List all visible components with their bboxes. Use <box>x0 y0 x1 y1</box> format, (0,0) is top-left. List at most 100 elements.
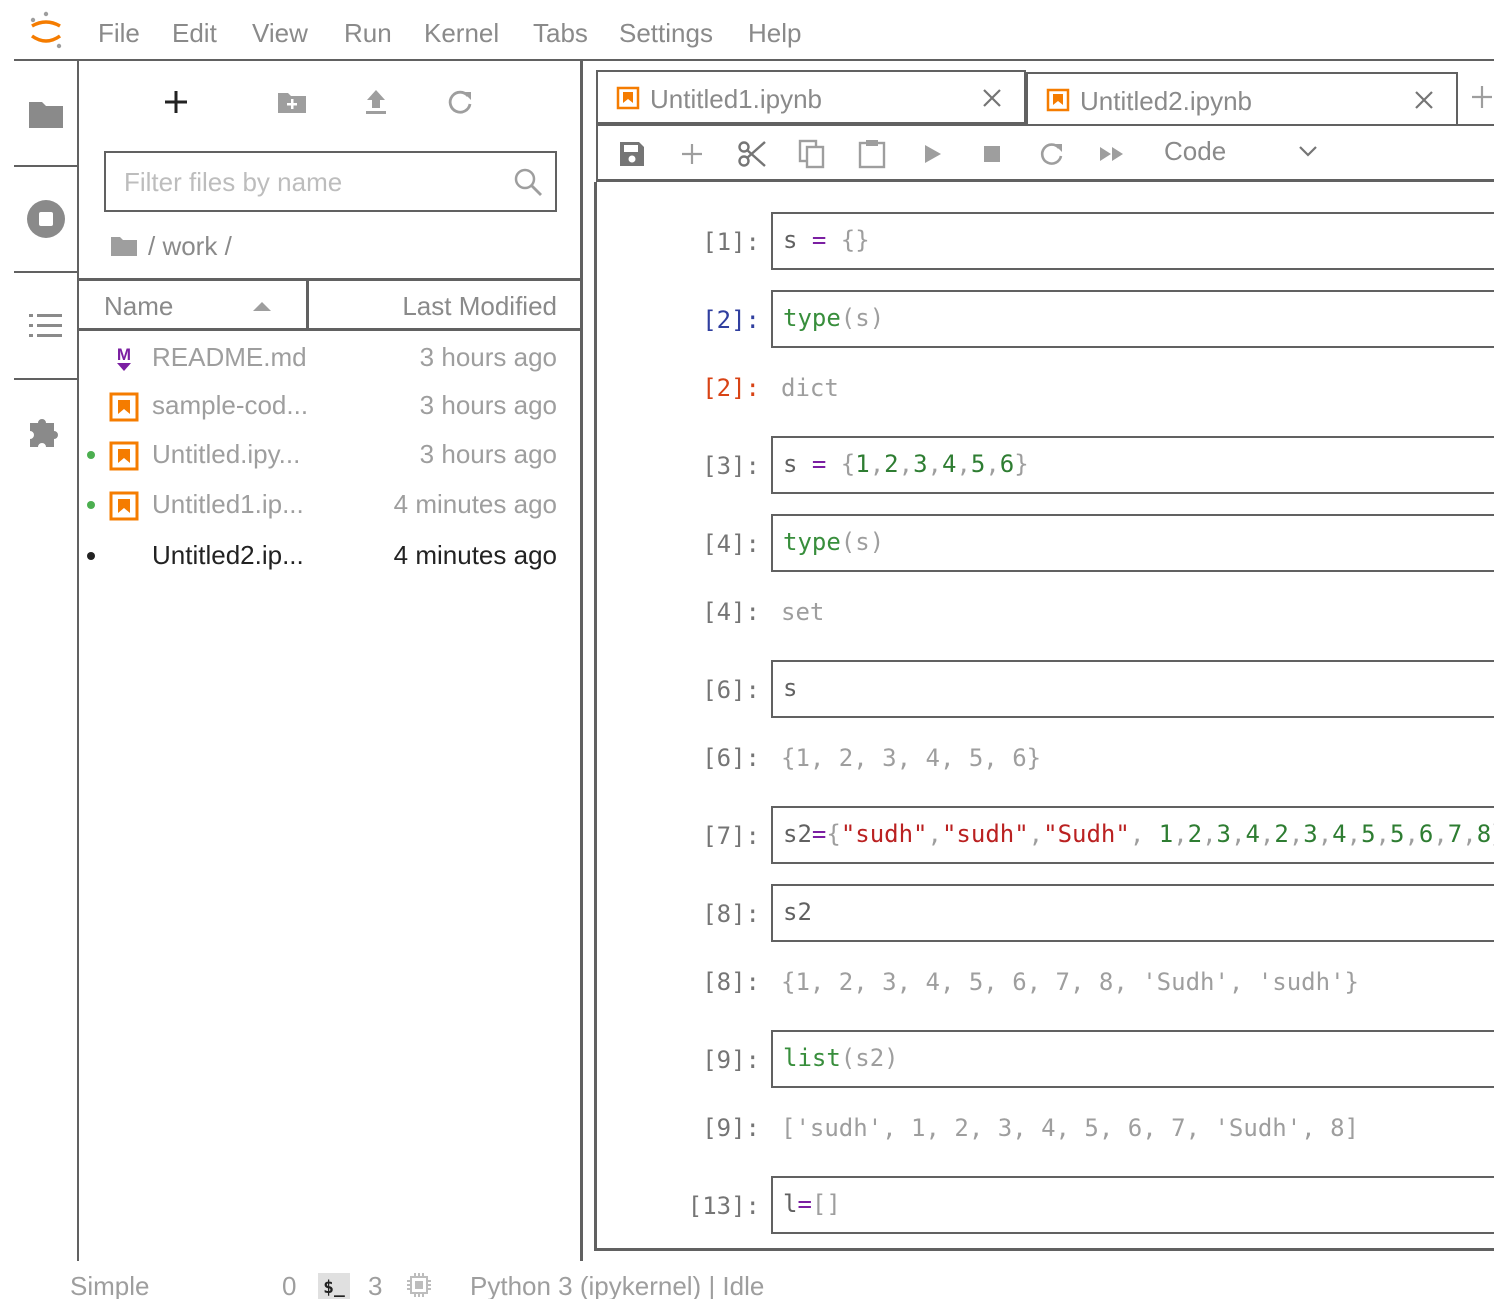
code-cell-input[interactable]: l=[] <box>771 1176 1494 1234</box>
menu-edit[interactable]: Edit <box>172 18 217 49</box>
kernel-count[interactable]: 3 <box>368 1271 382 1299</box>
code-cell-input[interactable]: type(s) <box>771 290 1494 348</box>
input-prompt: [9]: <box>702 1046 760 1074</box>
output-prompt: [4]: <box>702 598 760 626</box>
column-header-divider[interactable] <box>306 281 309 329</box>
code-cell-input[interactable]: list(s2) <box>771 1030 1494 1088</box>
activity-divider <box>14 378 78 380</box>
sidebar-resize-handle[interactable] <box>580 61 583 1261</box>
input-prompt: [13]: <box>687 1192 760 1220</box>
menu-run[interactable]: Run <box>344 18 392 49</box>
notebook-panel-border <box>594 1248 1494 1251</box>
add-cell-button[interactable] <box>676 138 708 170</box>
menu-file[interactable]: File <box>98 18 140 49</box>
extensions-icon[interactable] <box>26 411 66 451</box>
running-indicator <box>87 501 95 509</box>
cell-output: ['sudh', 1, 2, 3, 4, 5, 6, 7, 'Sudh', 8] <box>781 1114 1359 1142</box>
cut-button[interactable] <box>736 138 768 170</box>
folder-icon[interactable] <box>26 93 66 133</box>
breadcrumb-path[interactable]: / work / <box>148 231 232 262</box>
cell-code: s = {} <box>783 226 870 254</box>
tab-untitled2[interactable]: Untitled2.ipynb <box>1026 72 1458 126</box>
kernel-chip-icon[interactable] <box>405 1271 433 1299</box>
new-tab-icon[interactable] <box>1470 82 1494 112</box>
new-folder-icon <box>278 93 306 113</box>
file-row[interactable]: M README.md 3 hours ago <box>79 336 579 386</box>
upload-icon <box>366 90 386 114</box>
file-filter-box[interactable] <box>104 151 557 212</box>
cell-code: l=[] <box>783 1190 841 1218</box>
file-row-selected[interactable]: Untitled2.ip... 4 minutes ago <box>79 534 579 584</box>
tab-untitled1[interactable]: Untitled1.ipynb <box>596 70 1026 124</box>
markdown-icon: M <box>117 345 131 371</box>
code-cell-input[interactable]: s <box>771 660 1494 718</box>
file-name: Untitled2.ip... <box>152 540 304 570</box>
interrupt-button[interactable] <box>976 138 1008 170</box>
terminal-icon[interactable]: $_ <box>318 1273 350 1299</box>
running-icon[interactable] <box>26 199 66 239</box>
cell-output: dict <box>781 374 839 402</box>
code-cell-input[interactable]: type(s) <box>771 514 1494 572</box>
new-folder-button[interactable] <box>272 82 312 122</box>
run-button[interactable] <box>916 138 948 170</box>
run-all-button[interactable] <box>1096 138 1128 170</box>
run-icon <box>925 145 941 163</box>
code-cell-input[interactable]: s2={"sudh","sudh","Sudh", 1,2,3,4,2,3,4,… <box>771 806 1494 864</box>
file-modified: 3 hours ago <box>419 439 557 469</box>
chevron-down-icon[interactable] <box>1298 144 1318 158</box>
column-header-last-modified[interactable]: Last Modified <box>402 291 557 322</box>
code-cell-input[interactable]: s2 <box>771 884 1494 942</box>
file-filter-input[interactable] <box>124 165 504 199</box>
menu-view[interactable]: View <box>252 18 308 49</box>
menu-bar: File Edit View Run Kernel Tabs Settings … <box>0 0 1494 60</box>
restart-button[interactable] <box>1036 138 1068 170</box>
code-cell-input[interactable]: s = {} <box>771 212 1494 270</box>
search-icon <box>514 168 542 196</box>
column-header-name[interactable]: Name <box>104 291 173 322</box>
output-prompt: [2]: <box>702 374 760 402</box>
listing-header-bottom-border <box>79 328 581 331</box>
cell-code: s2 <box>783 898 812 926</box>
restart-icon <box>1040 143 1063 165</box>
refresh-icon <box>448 90 472 114</box>
tab-label: Untitled2.ipynb <box>1080 86 1252 116</box>
input-prompt: [8]: <box>702 900 760 928</box>
new-launcher-button[interactable] <box>156 82 196 122</box>
close-icon[interactable] <box>1412 88 1436 112</box>
cell-code: s <box>783 674 798 702</box>
code-cell-input[interactable]: s = {1,2,3,4,5,6} <box>771 436 1494 494</box>
save-button[interactable] <box>616 138 648 170</box>
input-prompt: [2]: <box>702 306 760 334</box>
notebook-icon <box>109 441 139 471</box>
file-row[interactable]: sample-cod... 3 hours ago <box>79 384 579 434</box>
file-row[interactable]: Untitled1.ip... 4 minutes ago <box>79 483 579 533</box>
file-row[interactable]: Untitled.ipy... 3 hours ago <box>79 433 579 483</box>
home-folder-icon[interactable] <box>110 234 138 258</box>
jupyter-logo-icon[interactable] <box>26 10 66 52</box>
running-indicator <box>87 354 95 362</box>
simple-mode-toggle[interactable]: Simple <box>70 1271 149 1299</box>
copy-button[interactable] <box>796 138 828 170</box>
cell-code: type(s) <box>783 528 885 556</box>
paste-button[interactable] <box>856 138 888 170</box>
file-modified: 4 minutes ago <box>393 540 557 570</box>
refresh-button[interactable] <box>440 82 480 122</box>
notebook-icon <box>616 86 640 110</box>
kernel-status[interactable]: Python 3 (ipykernel) | Idle <box>470 1271 764 1299</box>
listing-header-top-border <box>79 278 581 281</box>
close-icon[interactable] <box>980 86 1004 110</box>
menu-tabs[interactable]: Tabs <box>533 18 588 49</box>
activity-divider <box>14 165 78 167</box>
upload-button[interactable] <box>356 82 396 122</box>
toc-icon[interactable] <box>26 306 66 346</box>
status-bar: Simple 0 $_ 3 Python 3 (ipykernel) | Idl… <box>0 1261 1494 1299</box>
notebook-icon <box>109 491 139 521</box>
notebook-toolbar: Code <box>596 124 1494 182</box>
tab-bar: Untitled1.ipynb Untitled2.ipynb <box>596 70 1494 126</box>
menu-help[interactable]: Help <box>748 18 801 49</box>
file-modified: 3 hours ago <box>419 390 557 420</box>
terminal-count[interactable]: 0 <box>282 1271 296 1299</box>
menu-settings[interactable]: Settings <box>619 18 713 49</box>
menu-kernel[interactable]: Kernel <box>424 18 499 49</box>
input-prompt: [6]: <box>702 676 760 704</box>
